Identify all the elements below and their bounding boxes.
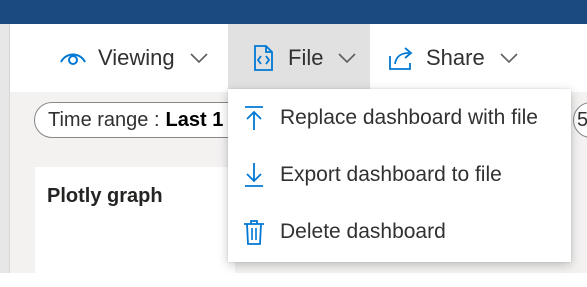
file-code-icon	[248, 43, 278, 73]
share-label: Share	[426, 45, 485, 70]
download-icon	[242, 161, 266, 189]
file-button[interactable]: File	[228, 24, 370, 92]
menu-item-label: Delete dashboard	[280, 219, 446, 243]
share-button[interactable]: Share	[386, 24, 519, 92]
file-label: File	[288, 45, 324, 70]
chevron-down-icon	[499, 52, 519, 64]
viewing-button[interactable]: Viewing	[58, 24, 209, 92]
menu-item-replace-dashboard[interactable]: Replace dashboard with file	[228, 89, 571, 146]
tile-title: Plotly graph	[47, 185, 163, 207]
dashboard-tile[interactable]: Plotly graph	[35, 167, 235, 287]
menu-item-export-dashboard[interactable]: Export dashboard to file	[228, 146, 571, 203]
menu-item-label: Export dashboard to file	[280, 162, 502, 186]
chevron-down-icon	[337, 52, 357, 64]
upload-icon	[242, 104, 266, 132]
top-app-bar	[0, 0, 587, 24]
parameter-filter[interactable]: 53	[573, 102, 587, 138]
menu-item-delete-dashboard[interactable]: Delete dashboard	[228, 203, 571, 260]
trash-icon	[242, 218, 266, 246]
eye-icon	[58, 43, 88, 73]
file-dropdown-menu: Replace dashboard with file Export dashb…	[228, 89, 571, 262]
time-range-label: Time range :	[48, 108, 160, 131]
menu-item-label: Replace dashboard with file	[280, 105, 538, 129]
command-bar: Viewing File Share	[10, 24, 587, 92]
left-nav-rail	[0, 24, 10, 273]
share-icon	[386, 43, 416, 73]
chevron-down-icon	[189, 52, 209, 64]
time-range-filter[interactable]: Time range : Last 1 h	[34, 102, 249, 138]
viewing-label: Viewing	[98, 45, 175, 70]
